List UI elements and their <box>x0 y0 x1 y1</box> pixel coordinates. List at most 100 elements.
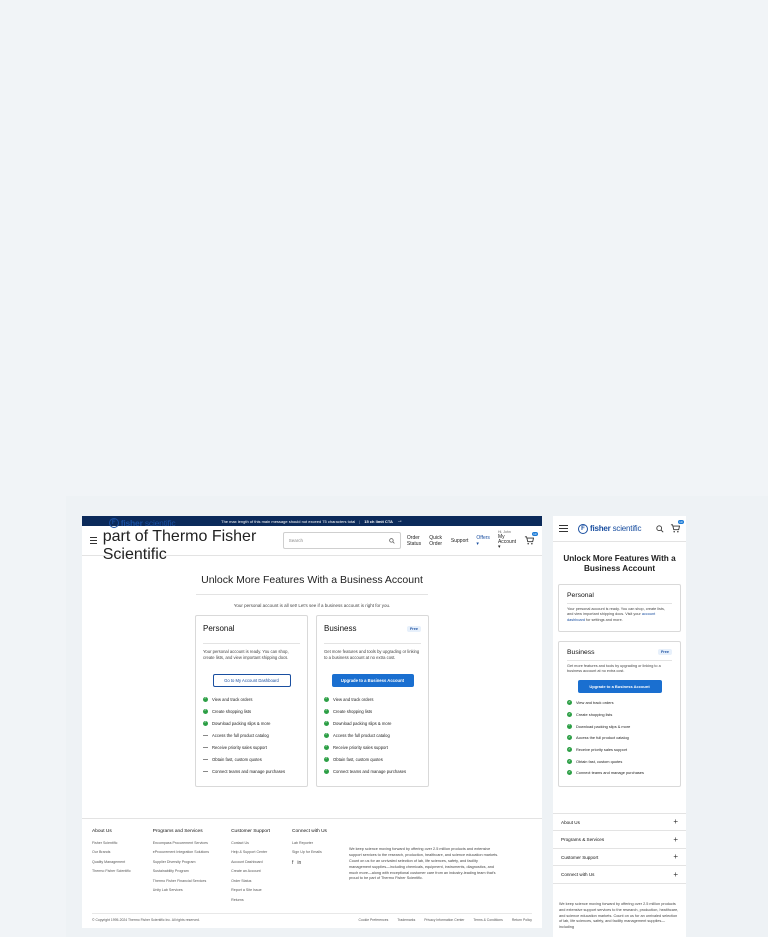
footer-link[interactable]: Supplier Diversity Program <box>153 860 209 864</box>
footer-link[interactable]: Thermo Fisher Financial Services <box>153 879 209 883</box>
check-icon: ✓ <box>567 758 572 764</box>
footer-column-title: Connect with Us <box>292 829 327 834</box>
accordion-row[interactable]: Customer Support + <box>553 849 686 867</box>
header-nav: Order Status Quick Order Support Offers … <box>407 531 539 550</box>
mobile-frame: F fisher scientific 10 Unlock More Featu… <box>553 516 686 937</box>
nav-support[interactable]: Support <box>451 538 469 544</box>
nav-order-status[interactable]: Order Status <box>407 535 421 547</box>
hamburger-icon[interactable] <box>90 536 97 545</box>
footer-link[interactable]: Contact Us <box>231 841 270 845</box>
footer-link[interactable]: Order Status <box>231 879 270 883</box>
footer-link[interactable]: Thermo Fisher Scientific <box>92 869 131 873</box>
footer-column-title: Customer Support <box>231 829 271 834</box>
legal-link[interactable]: Terms & Conditions <box>473 918 502 922</box>
feature-item: Receive priority sales support <box>203 741 300 753</box>
check-icon: ✓ <box>203 708 208 714</box>
feature-label: Obtain fast, custom quotes <box>576 758 623 764</box>
mobile-footer-accordion: About Us + Programs & Services + Customer Su… <box>553 812 686 884</box>
go-to-dashboard-button[interactable]: Go to My Account Dashboard <box>212 674 291 687</box>
legal-link[interactable]: Trademarks <box>397 918 415 922</box>
mobile-personal-desc: Your personal account is ready. You can … <box>567 607 672 624</box>
footer-link[interactable]: Unity Lab Services <box>153 888 209 892</box>
footer-link[interactable]: Create an Account <box>231 869 270 873</box>
accordion-label: Customer Support <box>561 854 599 860</box>
arrow-right-icon[interactable]: → <box>397 518 403 524</box>
check-icon: ✓ <box>324 756 329 762</box>
feature-label: Receive priority sales support <box>333 744 388 750</box>
cart-button[interactable]: 10 <box>524 532 539 545</box>
accordion-row[interactable]: About Us + <box>553 814 686 832</box>
accordion-row[interactable]: Programs & Services + <box>553 831 686 849</box>
dash-icon <box>203 734 208 736</box>
footer-link[interactable]: Lab Reporter <box>292 841 327 845</box>
main-content: Unlock More Features With a Business Acc… <box>82 556 542 787</box>
hamburger-icon[interactable] <box>559 524 568 533</box>
account-menu[interactable]: Hi, John My Account ▾ <box>498 531 516 550</box>
plus-icon[interactable]: + <box>673 818 678 826</box>
feature-label: Download packing slips & more <box>333 720 392 726</box>
plus-icon[interactable]: + <box>673 853 678 861</box>
feature-label: View and track orders <box>576 700 614 706</box>
footer-link[interactable]: Returns <box>231 898 270 902</box>
footer-link[interactable]: Our Brands <box>92 850 131 854</box>
footer-column: About Us Fisher Scientific Our Brands Quali… <box>92 829 131 902</box>
footer-column: Connect with Us Lab Reporter Sign Up for E… <box>292 829 327 902</box>
search-input[interactable]: Search <box>282 532 401 549</box>
canvas: The max length of this main message shou… <box>0 0 768 937</box>
cart-icon <box>524 536 535 545</box>
cart-button[interactable]: 10 <box>670 520 684 533</box>
personal-card-desc: Your personal account is ready. You can … <box>203 649 289 661</box>
footer-link[interactable]: Help & Support Center <box>231 850 270 854</box>
footer-link[interactable]: Report a Site Issue <box>231 888 270 892</box>
plus-icon[interactable]: + <box>673 835 678 844</box>
accordion-label: Connect with Us <box>561 872 595 877</box>
card-divider <box>567 602 672 604</box>
search-icon[interactable] <box>656 524 664 533</box>
plus-icon[interactable]: + <box>673 870 678 879</box>
facebook-icon[interactable]: f <box>292 860 293 866</box>
footer-link[interactable]: Sign Up for Emails <box>292 850 327 854</box>
feature-label: Connect teams and manage purchases <box>333 768 407 774</box>
footer-column: Customer Support Contact Us Help & Support… <box>231 829 270 902</box>
upgrade-business-button[interactable]: Upgrade to a Business Account <box>577 679 662 693</box>
legal-link[interactable]: Cookie Preferences <box>359 918 389 922</box>
promo-cta-link[interactable]: 15 ch limit CTA <box>364 519 393 524</box>
logo-mark-icon: F <box>108 517 119 528</box>
footer-link[interactable]: Quality Management <box>92 860 131 864</box>
footer-link[interactable]: Encompass Procurement Services <box>153 841 209 845</box>
footer-column: Programs and Services Encompass Procureme… <box>153 829 209 902</box>
nav-quick-order[interactable]: Quick Order <box>429 535 443 547</box>
feature-item: ✓ View and track orders <box>203 693 300 705</box>
nav-offers[interactable]: Offers ▾ <box>476 535 490 547</box>
mobile-logo[interactable]: F fisher scientific <box>578 523 641 534</box>
legal-link[interactable]: Return Policy <box>512 918 532 922</box>
check-icon: ✓ <box>567 735 572 741</box>
upgrade-business-button[interactable]: Upgrade to a Business Account <box>331 674 414 687</box>
feature-item: Obtain fast, custom quotes <box>203 753 300 765</box>
feature-label: View and track orders <box>212 696 253 702</box>
legal-links: Cookie Preferences Trademarks Privacy Info… <box>359 918 532 922</box>
linkedin-icon[interactable]: in <box>297 860 301 866</box>
feature-item: Access the full product catalog <box>203 729 300 741</box>
accordion-row[interactable]: Connect with Us + <box>553 866 686 884</box>
footer-link[interactable]: Account Dashboard <box>231 860 270 864</box>
feature-item: ✓ Connect teams and manage purchases <box>324 765 421 777</box>
dash-icon <box>203 770 208 772</box>
legal-link[interactable]: Privacy Information Center <box>424 918 464 922</box>
cart-count-badge: 10 <box>531 532 539 536</box>
footer-column-title: Programs and Services <box>152 829 203 834</box>
mobile-personal-card: Personal Your personal account is ready.… <box>558 583 681 632</box>
feature-item: ✓ Create shopping lists <box>203 705 300 717</box>
check-icon: ✓ <box>324 744 329 750</box>
search-icon[interactable] <box>389 537 395 544</box>
footer-link[interactable]: Sustainability Program <box>153 869 209 873</box>
footer-link[interactable]: Fisher Scientific <box>92 841 131 845</box>
feature-label: Create shopping lists <box>212 708 252 714</box>
feature-item: Connect teams and manage purchases <box>203 765 300 777</box>
account-cards: Personal Your personal account is ready.… <box>82 615 542 787</box>
footer-link[interactable]: eProcurement Integration Solutions <box>153 850 209 854</box>
mobile-header-icons: 10 <box>656 520 684 533</box>
logo[interactable]: F fisher scientific part of Thermo Fishe… <box>103 517 269 564</box>
check-icon: ✓ <box>324 696 329 702</box>
feature-item: ✓ Download packing slips & more <box>567 720 672 732</box>
